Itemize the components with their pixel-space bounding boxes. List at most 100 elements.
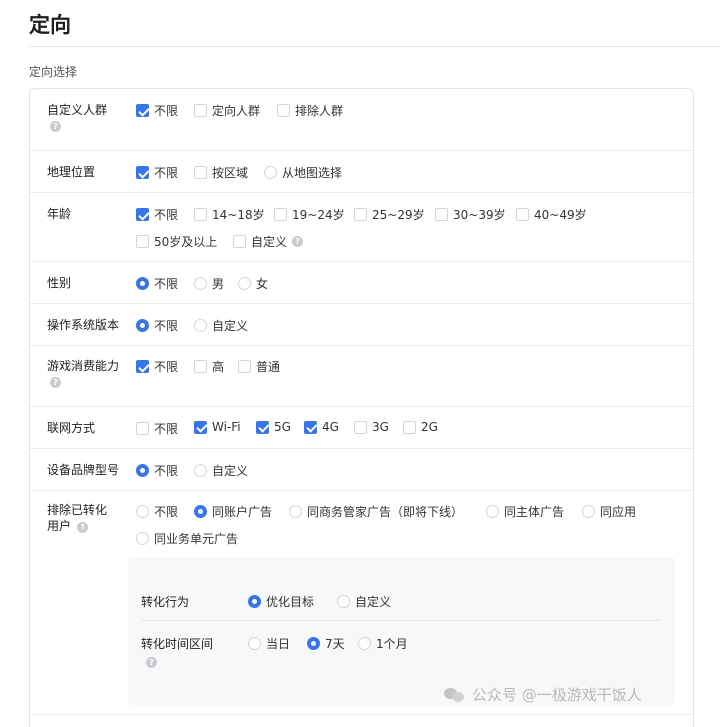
checkbox-checked-icon[interactable] bbox=[136, 166, 149, 179]
help-icon[interactable]: ? bbox=[292, 236, 304, 247]
radio-map-select[interactable]: 从地图选择 bbox=[264, 164, 342, 181]
checkbox-checked-icon[interactable] bbox=[194, 420, 207, 434]
checkbox-checked-icon[interactable] bbox=[136, 360, 149, 373]
radio-selected-icon[interactable] bbox=[194, 505, 207, 518]
help-icon[interactable]: ? bbox=[50, 121, 61, 132]
checkbox-unlimited[interactable]: 不限 bbox=[136, 358, 178, 375]
radio-same-account[interactable]: 同账户广告 bbox=[194, 503, 272, 520]
radio-same-entity[interactable]: 同主体广告 bbox=[486, 503, 564, 520]
checkbox-4g[interactable]: 4G bbox=[304, 420, 339, 434]
radio-optimization-goal[interactable]: 优化目标 bbox=[248, 593, 314, 610]
help-icon[interactable]: ? bbox=[50, 377, 61, 388]
checkbox-normal[interactable]: 普通 bbox=[238, 358, 280, 375]
radio-icon[interactable] bbox=[264, 166, 277, 179]
checkbox-icon[interactable] bbox=[403, 420, 416, 434]
checkbox-checked-icon[interactable] bbox=[256, 420, 269, 434]
radio-same-business-unit[interactable]: 同业务单元广告 bbox=[136, 530, 238, 547]
radio-icon[interactable] bbox=[238, 277, 251, 290]
radio-icon[interactable] bbox=[486, 505, 499, 518]
checkbox-3g[interactable]: 3G bbox=[354, 420, 389, 434]
radio-selected-icon[interactable] bbox=[136, 319, 149, 332]
radio-selected-icon[interactable] bbox=[248, 595, 261, 608]
subpanel-divider bbox=[141, 620, 661, 621]
row-label: 性别 bbox=[47, 276, 72, 290]
radio-icon[interactable] bbox=[136, 505, 149, 518]
checkbox-wifi[interactable]: Wi-Fi bbox=[194, 420, 241, 434]
row-label: 设备品牌型号 bbox=[47, 463, 120, 477]
checkbox-unlimited[interactable]: 不限 bbox=[136, 420, 178, 437]
checkbox-icon[interactable] bbox=[238, 360, 251, 373]
radio-female[interactable]: 女 bbox=[238, 275, 268, 292]
checkbox-age-19-24[interactable]: 19~24岁 bbox=[274, 206, 345, 223]
wechat-icon bbox=[444, 686, 466, 704]
radio-selected-icon[interactable] bbox=[136, 277, 149, 290]
radio-unlimited[interactable]: 不限 bbox=[136, 503, 178, 520]
help-icon[interactable]: ? bbox=[146, 657, 157, 668]
radio-icon[interactable] bbox=[248, 637, 261, 650]
checkbox-icon[interactable] bbox=[233, 235, 246, 248]
checkbox-age-50-plus[interactable]: 50岁及以上 bbox=[136, 233, 217, 250]
checkbox-age-25-29[interactable]: 25~29岁 bbox=[354, 206, 425, 223]
checkbox-unlimited[interactable]: 不限 bbox=[136, 102, 178, 119]
radio-7-days[interactable]: 7天 bbox=[307, 635, 345, 652]
checkbox-icon[interactable] bbox=[274, 208, 287, 221]
checkbox-icon[interactable] bbox=[194, 208, 207, 221]
checkbox-icon[interactable] bbox=[435, 208, 448, 221]
radio-unlimited[interactable]: 不限 bbox=[136, 462, 178, 479]
checkbox-age-40-49[interactable]: 40~49岁 bbox=[516, 206, 587, 223]
checkbox-checked-icon[interactable] bbox=[304, 420, 317, 434]
radio-custom[interactable]: 自定义 bbox=[194, 462, 248, 479]
radio-male[interactable]: 男 bbox=[194, 275, 224, 292]
checkbox-high[interactable]: 高 bbox=[194, 358, 224, 375]
checkbox-target-audience[interactable]: 定向人群 bbox=[194, 102, 260, 119]
watermark: 公众号 @一极游戏干饭人 bbox=[444, 684, 642, 705]
radio-unlimited[interactable]: 不限 bbox=[136, 317, 178, 334]
row-label: 联网方式 bbox=[47, 421, 96, 435]
radio-custom[interactable]: 自定义 bbox=[194, 317, 248, 334]
checkbox-checked-icon[interactable] bbox=[136, 104, 149, 117]
radio-icon[interactable] bbox=[194, 277, 207, 290]
checkbox-2g[interactable]: 2G bbox=[403, 420, 438, 434]
row-device-brand: 设备品牌型号 不限 自定义 bbox=[30, 449, 693, 491]
checkbox-exclude-audience[interactable]: 排除人群 bbox=[277, 102, 343, 119]
checkbox-checked-icon[interactable] bbox=[136, 208, 149, 221]
checkbox-age-custom[interactable]: 自定义? bbox=[233, 233, 304, 250]
radio-selected-icon[interactable] bbox=[307, 637, 320, 650]
checkbox-by-region[interactable]: 按区域 bbox=[194, 164, 248, 181]
row-label-line2: 用户 bbox=[47, 519, 72, 533]
radio-selected-icon[interactable] bbox=[136, 464, 149, 477]
checkbox-age-14-18[interactable]: 14~18岁 bbox=[194, 206, 265, 223]
checkbox-icon[interactable] bbox=[194, 104, 207, 117]
row-label: 地理位置 bbox=[47, 165, 96, 179]
radio-same-day[interactable]: 当日 bbox=[248, 635, 290, 652]
checkbox-age-30-39[interactable]: 30~39岁 bbox=[435, 206, 506, 223]
checkbox-icon[interactable] bbox=[136, 235, 149, 248]
radio-1-month[interactable]: 1个月 bbox=[358, 635, 408, 652]
checkbox-icon[interactable] bbox=[194, 360, 207, 373]
radio-icon[interactable] bbox=[194, 319, 207, 332]
checkbox-icon[interactable] bbox=[354, 420, 367, 434]
title-divider bbox=[29, 46, 720, 47]
row-label: 操作系统版本 bbox=[47, 318, 120, 332]
checkbox-unlimited[interactable]: 不限 bbox=[136, 206, 178, 223]
radio-unlimited[interactable]: 不限 bbox=[136, 275, 178, 292]
checkbox-5g[interactable]: 5G bbox=[256, 420, 291, 434]
checkbox-icon[interactable] bbox=[136, 422, 149, 435]
checkbox-icon[interactable] bbox=[194, 166, 207, 179]
checkbox-icon[interactable] bbox=[516, 208, 529, 221]
help-icon[interactable]: ? bbox=[77, 522, 89, 533]
checkbox-icon[interactable] bbox=[354, 208, 367, 221]
radio-same-business-manager[interactable]: 同商务管家广告（即将下线） bbox=[289, 503, 463, 520]
radio-same-app[interactable]: 同应用 bbox=[582, 503, 636, 520]
checkbox-unlimited[interactable]: 不限 bbox=[136, 164, 178, 181]
radio-icon[interactable] bbox=[358, 637, 371, 650]
radio-icon[interactable] bbox=[582, 505, 595, 518]
row-custom-audience: 自定义人群 ? 不限 定向人群 排除人群 bbox=[30, 89, 693, 151]
checkbox-icon[interactable] bbox=[277, 104, 290, 117]
radio-icon[interactable] bbox=[194, 464, 207, 477]
radio-icon[interactable] bbox=[289, 505, 302, 518]
radio-icon[interactable] bbox=[136, 532, 149, 545]
radio-icon[interactable] bbox=[337, 595, 350, 608]
radio-custom[interactable]: 自定义 bbox=[337, 593, 391, 610]
row-os-version: 操作系统版本 不限 自定义 bbox=[30, 304, 693, 346]
